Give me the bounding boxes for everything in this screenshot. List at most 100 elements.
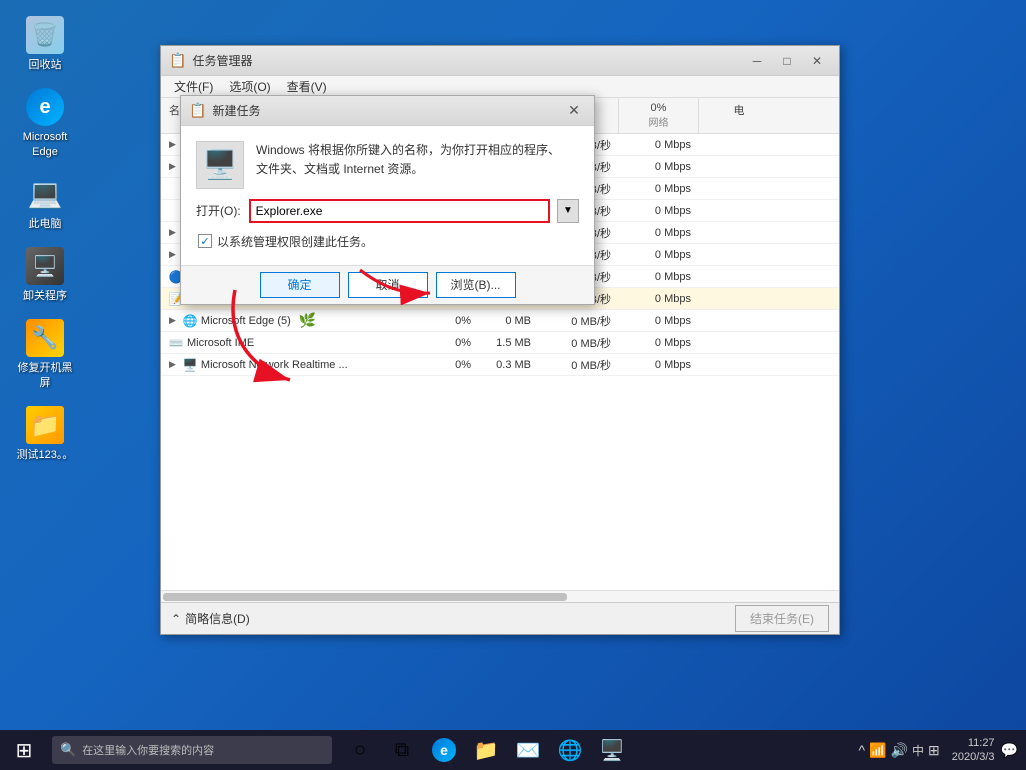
search-icon: 🔍: [60, 742, 76, 758]
taskbar-cortana[interactable]: ○: [340, 730, 380, 770]
menu-view[interactable]: 查看(V): [279, 76, 335, 97]
network-icon: 🌐: [558, 738, 583, 763]
start-button[interactable]: ⊞: [0, 730, 48, 770]
table-row[interactable]: ⌨️ Microsoft IME 0% 1.5 MB 0 MB/秒 0 Mbps: [161, 332, 839, 354]
tray-ime[interactable]: 中: [912, 742, 924, 759]
hscroll-thumb[interactable]: [163, 593, 567, 601]
task-manager-titlebar: 📋 任务管理器 ─ □ ✕: [161, 46, 839, 76]
net-value: 0 Mbps: [619, 137, 699, 153]
end-task-button[interactable]: 结束任务(E): [735, 605, 829, 632]
taskbar-network[interactable]: 🌐: [550, 730, 590, 770]
table-row[interactable]: ▶ 🌐 Microsoft Edge (5) 🌿 0% 0 MB 0 MB/秒 …: [161, 310, 839, 332]
desktop-icon-computer[interactable]: 💻 此电脑: [10, 169, 80, 236]
settings-icon: 🖥️: [600, 738, 625, 763]
input-label: 打开(O):: [196, 202, 241, 219]
cpu-value: 0%: [419, 357, 479, 373]
cortana-icon: ○: [354, 739, 366, 762]
status-bar: ⌃ 简略信息(D) 结束任务(E): [161, 602, 839, 634]
net-value: 0 Mbps: [619, 181, 699, 197]
desktop-icon-repair[interactable]: 🔧 修复开机黑屏: [10, 313, 80, 395]
process-name: Microsoft Network Realtime ...: [201, 359, 348, 371]
dialog-body: 🖥️ Windows 将根据你所键入的名称，为你打开相应的程序、文件夹、文档或 …: [181, 126, 594, 265]
expand-icon[interactable]: ▶: [169, 161, 176, 172]
net-value: 0 Mbps: [619, 225, 699, 241]
table-row[interactable]: ▶ 🖥️ Microsoft Network Realtime ... 0% 0…: [161, 354, 839, 376]
desktop-icon-edge-label: MicrosoftEdge: [23, 130, 68, 159]
tray-network[interactable]: 📶: [869, 742, 886, 759]
power-value: [699, 341, 779, 345]
process-icon: 🌐: [183, 314, 197, 328]
taskbar-settings[interactable]: 🖥️: [592, 730, 632, 770]
menu-options[interactable]: 选项(O): [221, 76, 278, 97]
expand-icon[interactable]: ▶: [169, 249, 176, 260]
dropdown-button[interactable]: ▼: [557, 199, 579, 223]
collapse-details[interactable]: ⌃ 简略信息(D): [171, 610, 250, 627]
net-value: 0 Mbps: [619, 313, 699, 329]
taskbar-explorer[interactable]: 📁: [466, 730, 506, 770]
process-name: Microsoft Edge (5): [201, 315, 291, 327]
dialog-footer: 确定 取消 浏览(B)...: [181, 265, 594, 304]
desktop-icon-computer-label: 此电脑: [29, 217, 62, 231]
dialog-input-row: 打开(O): ▼: [196, 199, 579, 223]
power-value: [699, 275, 779, 279]
net-value: 0 Mbps: [619, 291, 699, 307]
menu-file[interactable]: 文件(F): [166, 76, 221, 97]
collapse-label: 简略信息(D): [185, 610, 250, 627]
power-value: [699, 297, 779, 301]
tray-grid[interactable]: ⊞: [928, 742, 940, 759]
open-input[interactable]: [249, 199, 550, 223]
cancel-button[interactable]: 取消: [348, 272, 428, 298]
desktop-icon-apps[interactable]: 🖥️ 卸关程序: [10, 241, 80, 308]
search-placeholder: 在这里输入你要搜索的内容: [82, 742, 214, 758]
desktop-icon-apps-label: 卸关程序: [23, 289, 67, 303]
desktop-icon-folder[interactable]: 📁 测试123。。: [10, 400, 80, 467]
dialog-icon: 📋: [189, 102, 206, 119]
col-network[interactable]: 0%网络: [619, 98, 699, 133]
expand-icon[interactable]: ▶: [169, 359, 176, 370]
dialog-title: 新建任务: [212, 102, 562, 119]
disk-value: 0 MB/秒: [539, 355, 619, 375]
taskbar-mail[interactable]: ✉️: [508, 730, 548, 770]
system-tray: ^ 📶 🔊 中 ⊞: [859, 742, 940, 759]
desktop-icon-recycle[interactable]: 🗑️ 回收站: [10, 10, 80, 77]
tray-volume[interactable]: 🔊: [891, 742, 908, 759]
admin-checkbox[interactable]: ✓: [198, 234, 212, 248]
expand-icon[interactable]: ▶: [169, 315, 176, 326]
browse-button[interactable]: 浏览(B)...: [436, 272, 516, 298]
desktop-icon-edge[interactable]: e MicrosoftEdge: [10, 82, 80, 164]
net-value: 0 Mbps: [619, 335, 699, 351]
system-clock[interactable]: 11:27 2020/3/3: [952, 736, 995, 765]
windows-icon: ⊞: [16, 738, 33, 763]
clock-date: 2020/3/3: [952, 750, 995, 764]
power-value: [699, 187, 779, 191]
taskbar-task-view[interactable]: ⧉: [382, 730, 422, 770]
col-power[interactable]: 电: [699, 98, 779, 133]
disk-value: 0 MB/秒: [539, 311, 619, 331]
desktop-icon-repair-label: 修复开机黑屏: [15, 361, 75, 390]
power-value: [699, 209, 779, 213]
horizontal-scrollbar[interactable]: [161, 590, 839, 602]
checkbox-row: ✓ 以系统管理权限创建此任务。: [196, 233, 579, 250]
task-view-icon: ⧉: [395, 739, 409, 762]
expand-icon[interactable]: ▶: [169, 227, 176, 238]
close-button[interactable]: ✕: [803, 51, 831, 71]
power-value: [699, 143, 779, 147]
dialog-close-button[interactable]: ✕: [562, 100, 586, 120]
notification-button[interactable]: 💬: [1001, 742, 1018, 759]
dialog-titlebar: 📋 新建任务 ✕: [181, 96, 594, 126]
minimize-button[interactable]: ─: [743, 51, 771, 71]
expand-icon[interactable]: ▶: [169, 139, 176, 150]
mem-value: 0.3 MB: [479, 357, 539, 373]
net-value: 0 Mbps: [619, 247, 699, 263]
task-manager-icon: 📋: [169, 52, 186, 69]
power-value: [699, 319, 779, 323]
dialog-description: Windows 将根据你所键入的名称，为你打开相应的程序、文件夹、文档或 Int…: [256, 141, 560, 179]
cpu-value: 0%: [419, 335, 479, 351]
net-value: 0 Mbps: [619, 269, 699, 285]
maximize-button[interactable]: □: [773, 51, 801, 71]
ok-button[interactable]: 确定: [260, 272, 340, 298]
taskbar-edge[interactable]: e: [424, 730, 464, 770]
search-bar[interactable]: 🔍 在这里输入你要搜索的内容: [52, 736, 332, 764]
tray-expand[interactable]: ^: [859, 742, 866, 758]
folder-icon: 📁: [474, 738, 499, 763]
